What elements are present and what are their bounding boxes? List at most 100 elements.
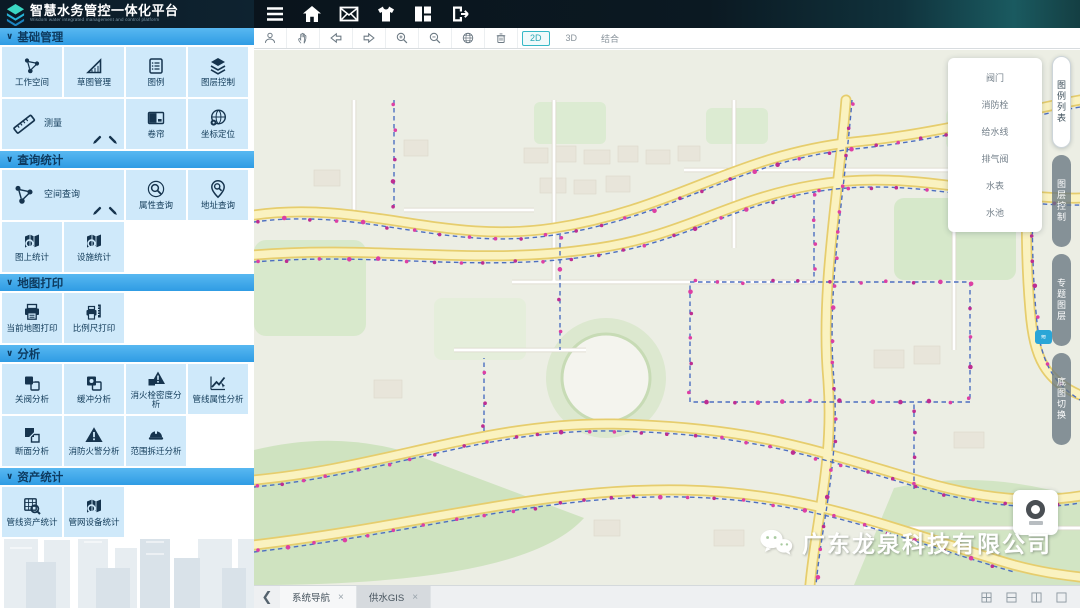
section-header[interactable]: ∨ 地图打印 (0, 274, 254, 291)
legend-item[interactable]: 消防栓 (948, 91, 1042, 118)
tool-globe-button[interactable]: 坐标定位 (188, 99, 248, 149)
tab-label: 系统导航 (292, 590, 330, 604)
view-mode-0-button[interactable]: 2D (522, 31, 550, 46)
close-icon[interactable]: × (338, 592, 344, 603)
clear-trash-button[interactable] (485, 28, 518, 48)
map-side-tab-0[interactable]: 图例列表 (1052, 56, 1071, 148)
tool-measure-button[interactable]: 测量 (2, 99, 124, 149)
close-icon[interactable]: × (412, 592, 418, 603)
view-mode-1-button[interactable]: 3D (558, 31, 586, 46)
identify-user-button[interactable] (254, 28, 287, 48)
full-extent-globe-button[interactable] (452, 28, 485, 48)
swipe-icon (146, 108, 166, 128)
tool-attrsearch-button[interactable]: 属性查询 (126, 170, 186, 220)
tool-buffer-button[interactable]: 缓冲分析 (64, 364, 124, 414)
legend-item[interactable]: 给水线 (948, 118, 1042, 145)
identify-user-icon (263, 31, 277, 45)
tool-warnsq-button[interactable]: 消火栓密度分析 (126, 364, 186, 414)
tool-chart-button[interactable]: 管线属性分析 (188, 364, 248, 414)
tool-sketch-button[interactable]: 草图管理 (64, 47, 124, 97)
full-extent-globe-icon (461, 31, 475, 45)
tool-share-button[interactable]: 空间查询 (2, 170, 124, 220)
tool-label: 地址查询 (200, 201, 236, 210)
layout-vsplit-icon[interactable] (1030, 591, 1043, 604)
section-title: 分析 (17, 346, 40, 362)
map-canvas[interactable]: 阀门消防栓给水线排气阀水表水池 图例列表图层控制专题图层底图切换 ≋ 广东龙泉科… (254, 50, 1080, 585)
tool-share-button[interactable]: 工作空间 (2, 47, 62, 97)
legend-item[interactable]: 水表 (948, 172, 1042, 199)
legend-item[interactable]: 水池 (948, 199, 1042, 226)
tool-mapsearch-button[interactable]: 设施统计 (64, 222, 124, 272)
bottom-tab-1[interactable]: 供水GIS × (357, 586, 431, 608)
tool-printscale-button[interactable]: 比例尺打印 (64, 293, 124, 343)
layout-single-icon[interactable] (1055, 591, 1068, 604)
app-title: 智慧水务管控一体化平台 (30, 4, 179, 17)
logout-icon[interactable] (449, 3, 471, 25)
clear-trash-icon (494, 31, 508, 45)
home-icon[interactable] (301, 3, 323, 25)
chevron-down-icon: ∨ (6, 154, 13, 165)
tool-label: 缓冲分析 (76, 395, 112, 404)
tool-label: 管线属性分析 (191, 395, 244, 404)
tool-label: 设施统计 (76, 253, 112, 262)
tool-mapsearch-button[interactable]: 管网设备统计 (64, 487, 124, 537)
menu-icon[interactable] (264, 3, 286, 25)
forward-arrow-button[interactable] (353, 28, 386, 48)
section-body: 当前地图打印 比例尺打印 (0, 291, 254, 345)
layers-icon (208, 56, 228, 76)
section-header[interactable]: ∨ 分析 (0, 345, 254, 362)
tool-helmet-button[interactable]: 范围拆迁分析 (126, 416, 186, 466)
tool-addrsearch-button[interactable]: 地址查询 (188, 170, 248, 220)
layout-grid-icon[interactable] (980, 591, 993, 604)
map-navigation-control[interactable] (1013, 490, 1058, 535)
share-icon (12, 183, 36, 207)
tool-gridsearch-button[interactable]: 管线资产统计 (2, 487, 62, 537)
tool-label: 当前地图打印 (5, 324, 58, 333)
legend-item[interactable]: 阀门 (948, 64, 1042, 91)
map-side-tab-3[interactable]: 底图切换 (1052, 353, 1071, 445)
chevron-down-icon: ∨ (6, 31, 13, 42)
legend-panel: 阀门消防栓给水线排气阀水表水池 (948, 58, 1042, 232)
tool-label: 消火栓密度分析 (126, 391, 186, 410)
tool-print-button[interactable]: 当前地图打印 (2, 293, 62, 343)
app-subtitle: Wisdom water integrated management and c… (30, 17, 179, 23)
tool-list-button[interactable]: 图例 (126, 47, 186, 97)
tool-warning-button[interactable]: 消防火警分析 (64, 416, 124, 466)
tool-mapsearch-button[interactable]: 图上统计 (2, 222, 62, 272)
list-icon (146, 56, 166, 76)
view-mode-2-button[interactable]: 结合 (593, 31, 627, 46)
tool-section-button[interactable]: 断面分析 (2, 416, 62, 466)
section-header[interactable]: ∨ 查询统计 (0, 151, 254, 168)
map-side-tab-2[interactable]: 专题图层 (1052, 254, 1071, 346)
section-header[interactable]: ∨ 基础管理 (0, 28, 254, 45)
back-arrow-button[interactable] (320, 28, 353, 48)
tab-label: 供水GIS (369, 590, 404, 604)
app-logo-icon (5, 3, 26, 26)
theme-shirt-icon[interactable] (375, 3, 397, 25)
zoom-out-button[interactable] (419, 28, 452, 48)
tabs-scroll-left-button[interactable]: ❮ (254, 586, 280, 608)
sidebar-section: ∨ 地图打印 当前地图打印 比例尺打印 (0, 274, 254, 345)
tool-label: 测量 (43, 119, 63, 129)
zoom-in-button[interactable] (386, 28, 419, 48)
map-marker-badge[interactable]: ≋ (1035, 330, 1052, 344)
tool-valve-button[interactable]: 关阀分析 (2, 364, 62, 414)
tool-layers-button[interactable]: 图层控制 (188, 47, 248, 97)
gridsearch-icon (22, 496, 42, 516)
map-side-tab-1[interactable]: 图层控制 (1052, 155, 1071, 247)
layout-panes-icon[interactable] (412, 3, 434, 25)
pen-icon (91, 205, 103, 217)
compass-base (1029, 521, 1043, 525)
bottom-tab-0[interactable]: 系统导航 × (280, 586, 357, 608)
pan-hand-button[interactable] (287, 28, 320, 48)
tool-label: 属性查询 (138, 201, 174, 210)
mapsearch-icon (84, 496, 104, 516)
sidebar-section: ∨ 资产统计 管线资产统计 管网设备统计 (0, 468, 254, 539)
section-body: 关阀分析 缓冲分析 消火栓密度分析 管线属性分析 断面分析 消防火警分析 范围拆… (0, 362, 254, 468)
legend-item[interactable]: 排气阀 (948, 145, 1042, 172)
section-header[interactable]: ∨ 资产统计 (0, 468, 254, 485)
tool-swipe-button[interactable]: 卷帘 (126, 99, 186, 149)
tool-label: 比例尺打印 (72, 324, 117, 333)
layout-hsplit-icon[interactable] (1005, 591, 1018, 604)
mail-icon[interactable] (338, 3, 360, 25)
